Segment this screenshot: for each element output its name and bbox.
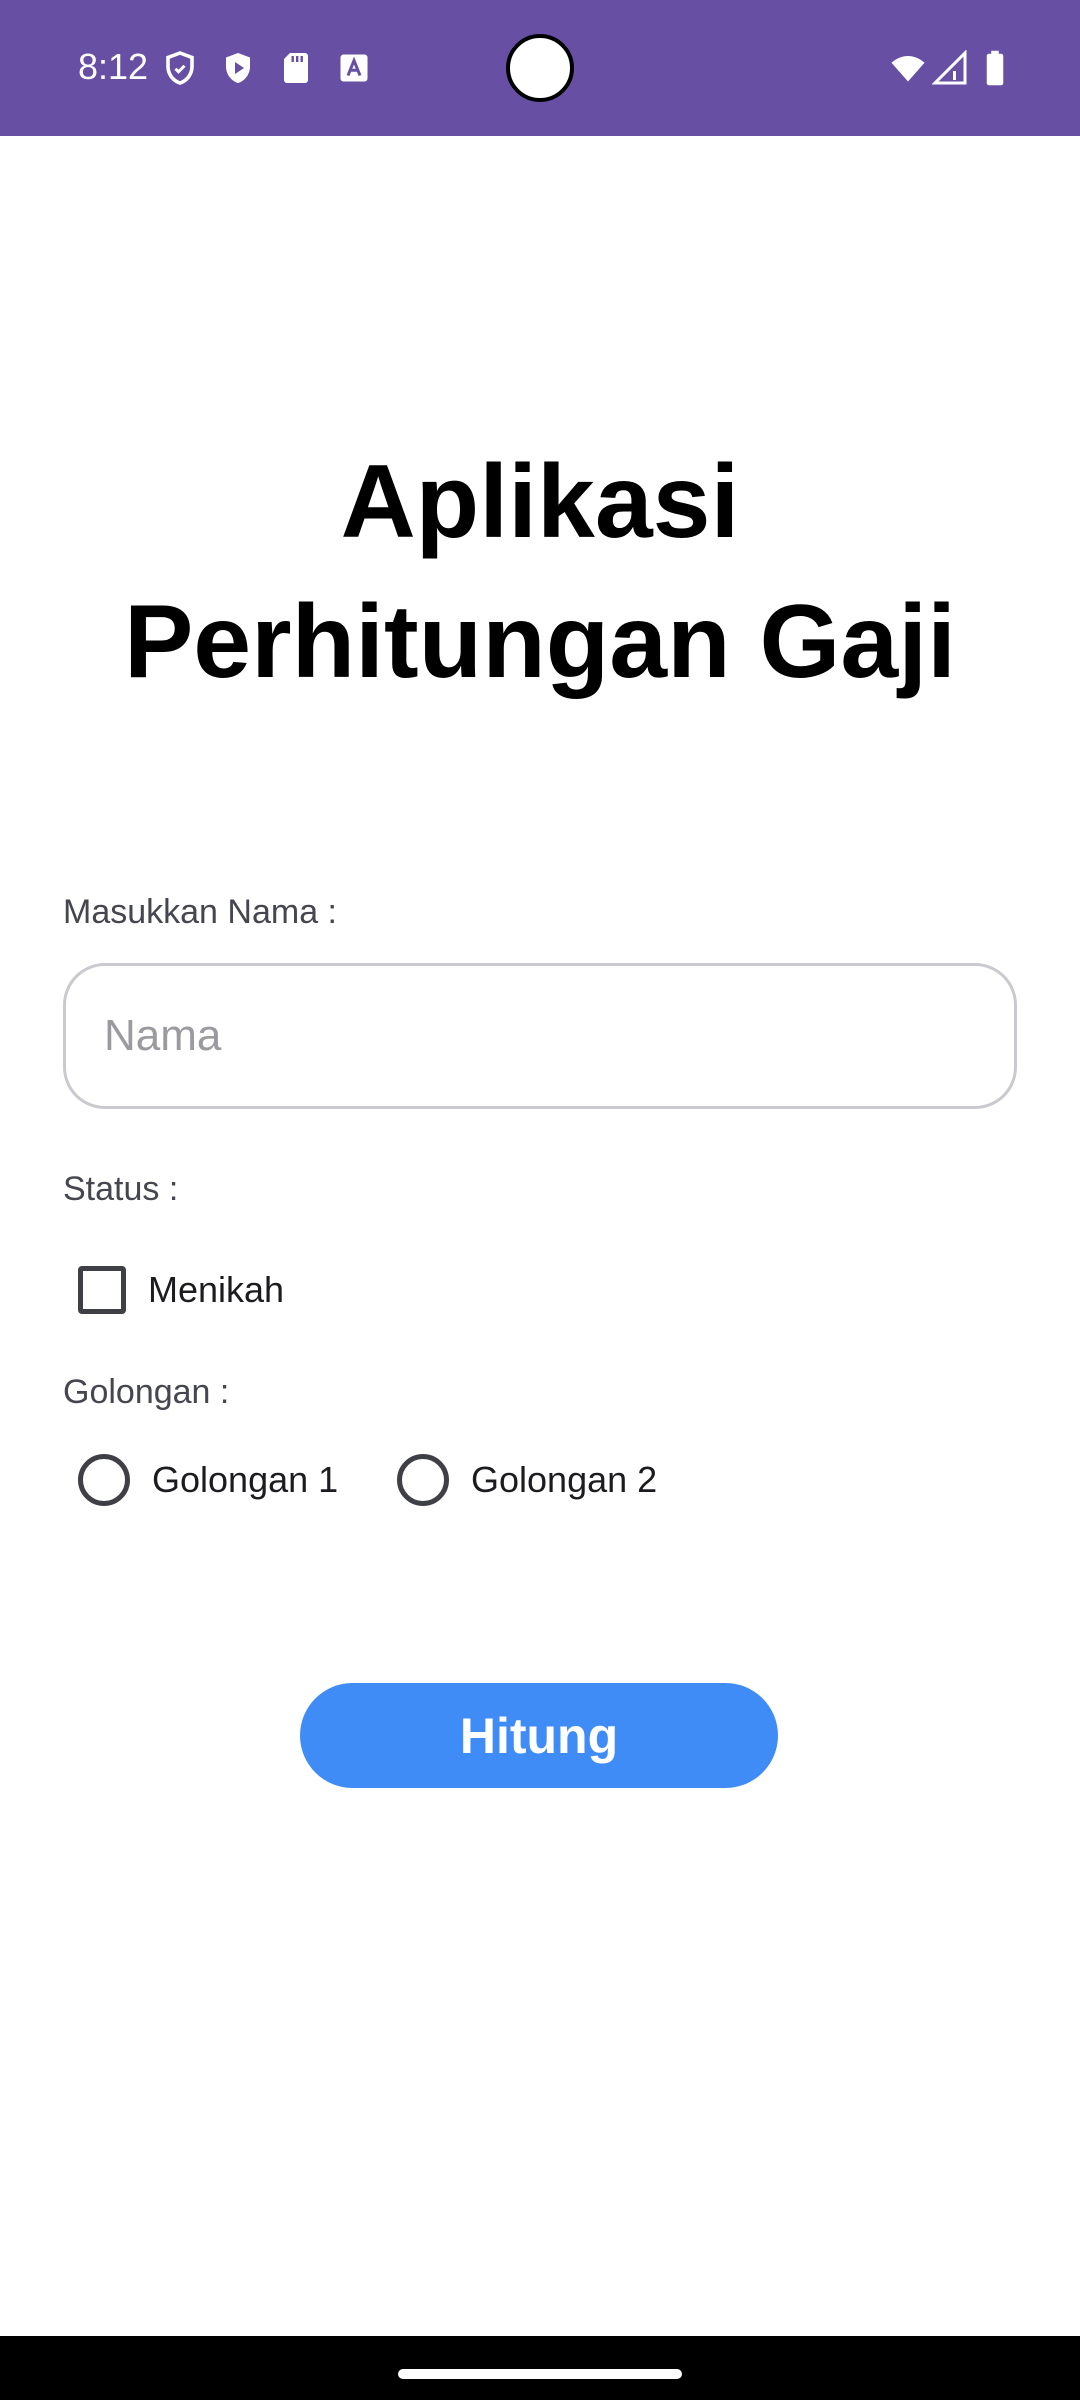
radio-golongan-1[interactable]: Golongan 1	[78, 1452, 338, 1508]
radio-circle[interactable]	[78, 1454, 130, 1506]
navigation-bar	[0, 2336, 1080, 2400]
radio-label[interactable]: Golongan 1	[152, 1457, 338, 1503]
radio-circle[interactable]	[397, 1454, 449, 1506]
title-line-1: Aplikasi	[340, 444, 740, 560]
nama-label: Masukkan Nama :	[63, 893, 337, 931]
golongan-label: Golongan :	[63, 1373, 230, 1411]
play-shield-icon	[220, 50, 256, 86]
nama-input[interactable]	[104, 966, 974, 1106]
title-line-2: Perhitungan Gaji	[123, 584, 957, 700]
status-label: Status :	[63, 1170, 179, 1208]
shield-outline-icon	[162, 50, 198, 86]
page-title: Aplikasi Perhitungan Gaji	[60, 432, 1020, 712]
sd-card-icon	[278, 50, 314, 86]
status-time: 8:12	[78, 46, 149, 87]
status-bar: 8:12	[0, 0, 1080, 136]
hitung-button[interactable]: Hitung	[300, 1683, 778, 1788]
battery-icon	[982, 50, 1008, 86]
radio-label[interactable]: Golongan 2	[471, 1457, 657, 1503]
radio-golongan-2[interactable]: Golongan 2	[397, 1452, 657, 1508]
app-screen: 8:12 Aplikasi Perhitungan Gaji Masukkan …	[0, 0, 1080, 2400]
camera-cutout	[506, 34, 574, 102]
checkbox-box[interactable]	[78, 1266, 126, 1314]
menikah-checkbox[interactable]: Menikah	[78, 1262, 284, 1318]
nama-field[interactable]	[63, 963, 1017, 1109]
font-a-icon	[336, 50, 372, 86]
wifi-icon	[888, 50, 928, 86]
signal-icon	[932, 50, 968, 86]
menikah-label[interactable]: Menikah	[148, 1267, 284, 1313]
home-handle[interactable]	[398, 2369, 682, 2379]
